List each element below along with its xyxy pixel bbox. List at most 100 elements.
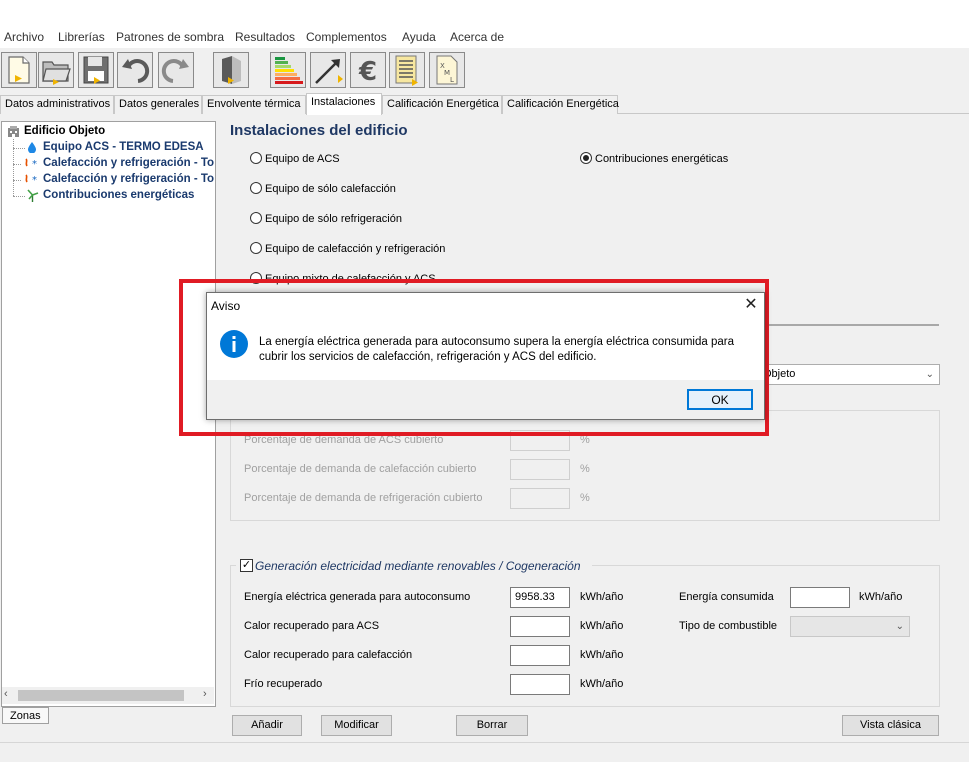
frio-recuperado-label: Frío recuperado [244, 678, 323, 690]
open-button[interactable] [38, 52, 74, 88]
zone-selector[interactable]: Objeto ⌄ [758, 364, 940, 385]
heating-demand-input[interactable] [510, 459, 570, 480]
dialog-title: Aviso [211, 299, 241, 313]
ok-button[interactable]: OK [687, 389, 753, 410]
svg-text:€: € [358, 57, 377, 87]
radio-circle[interactable] [250, 242, 262, 254]
radio-calefaccion-refrigeracion[interactable]: Equipo de calefacción y refrigeración [250, 242, 445, 258]
tab-datos-administrativos[interactable]: Datos administrativos [0, 95, 114, 114]
delete-button[interactable]: Borrar [456, 715, 528, 736]
tipo-combustible-select[interactable]: ⌄ [790, 616, 910, 637]
classic-view-button[interactable]: Vista clásica [842, 715, 939, 736]
menu-resultados[interactable]: Resultados [235, 30, 295, 44]
svg-text:*: * [32, 175, 37, 185]
percent-unit: % [580, 492, 590, 504]
menu-ayuda[interactable]: Ayuda [402, 30, 436, 44]
radio-circle-selected[interactable] [580, 152, 592, 164]
tree-root-edificio[interactable]: Edificio Objeto [24, 125, 105, 141]
renewables-checkbox[interactable]: ✓ [240, 559, 253, 572]
undo-button[interactable] [117, 52, 153, 88]
document-button[interactable] [389, 52, 425, 88]
radio-contribuciones[interactable]: Contribuciones energéticas [580, 152, 728, 168]
wind-turbine-icon [26, 189, 39, 202]
energia-consumida-input[interactable] [790, 587, 850, 608]
energia-generada-input[interactable]: 9958.33 [510, 587, 570, 608]
water-drop-icon [27, 141, 37, 154]
tab-envolvente-termica[interactable]: Envolvente térmica [202, 95, 306, 114]
xml-export-button[interactable]: X M L [429, 52, 465, 88]
calor-acs-label: Calor recuperado para ACS [244, 620, 380, 632]
calor-calefaccion-label: Calor recuperado para calefacción [244, 649, 413, 661]
radio-solo-refrigeracion[interactable]: Equipo de sólo refrigeración [250, 212, 402, 228]
menu-archivo[interactable]: Archivo [4, 30, 44, 44]
tab-calificacion-energetica-2[interactable]: Calificación Energética [502, 95, 619, 114]
building-tree-icon [7, 125, 20, 138]
scroll-left-icon[interactable]: ‹ [4, 688, 8, 700]
arrow-chart-button[interactable] [310, 52, 346, 88]
tree-item-calefaccion-2[interactable]: Calefacción y refrigeración - To [43, 173, 215, 189]
building-button[interactable] [213, 52, 249, 88]
scrollbar-thumb[interactable] [18, 690, 184, 701]
percent-unit: % [580, 463, 590, 475]
heat-cool-icon: * [22, 157, 40, 170]
redo-icon [161, 59, 189, 83]
new-button[interactable] [1, 52, 37, 88]
page-title: Instalaciones del edificio [230, 122, 408, 139]
xml-icon: X M L [436, 55, 458, 85]
menu-patrones-sombra[interactable]: Patrones de sombra [116, 30, 224, 44]
energy-rating-button[interactable] [270, 52, 306, 88]
radio-circle[interactable] [250, 152, 262, 164]
tree-item-equipo-acs[interactable]: Equipo ACS - TERMO EDESA [43, 141, 215, 157]
save-button[interactable] [78, 52, 114, 88]
info-icon [219, 329, 249, 359]
cooling-demand-input[interactable] [510, 488, 570, 509]
kwh-unit: kWh/año [859, 591, 903, 603]
svg-text:L: L [450, 76, 454, 84]
chevron-down-icon: ⌄ [895, 621, 904, 632]
radio-circle[interactable] [250, 212, 262, 224]
menu-librerias[interactable]: Librerías [58, 30, 105, 44]
heat-cool-icon: * [22, 173, 40, 186]
modify-button[interactable]: Modificar [321, 715, 392, 736]
tab-zonas[interactable]: Zonas [2, 707, 49, 724]
kwh-unit: kWh/año [580, 620, 624, 632]
close-icon[interactable]: ✕ [739, 294, 763, 316]
kwh-unit: kWh/año [580, 591, 624, 603]
tree-item-contribuciones[interactable]: Contribuciones energéticas [43, 189, 215, 205]
tab-datos-generales[interactable]: Datos generales [114, 95, 202, 114]
chevron-down-icon: ⌄ [925, 369, 934, 380]
energia-generada-label: Energía eléctrica generada para autocons… [244, 591, 471, 603]
energy-rating-icon [275, 57, 303, 84]
building-icon [222, 56, 241, 84]
dialog-message-line-2: cubrir los servicios de calefacción, ref… [259, 351, 597, 363]
radio-equipo-acs[interactable]: Equipo de ACS [250, 152, 340, 168]
scroll-right-icon[interactable]: › [203, 688, 207, 700]
add-button[interactable]: Añadir [232, 715, 302, 736]
tab-calificacion-energetica-1[interactable]: Calificación Energética [382, 95, 502, 114]
alert-dialog: Aviso ✕ La energía eléctrica generada pa… [206, 292, 765, 420]
menu-complementos[interactable]: Complementos [306, 30, 387, 44]
cost-button[interactable]: € [350, 52, 386, 88]
tree-item-calefaccion-1[interactable]: Calefacción y refrigeración - To [43, 157, 215, 173]
new-file-icon [8, 56, 30, 84]
radio-label: Equipo de sólo calefacción [265, 183, 396, 195]
radio-label: Equipo de sólo refrigeración [265, 213, 402, 225]
tree-connector [13, 196, 25, 197]
calor-calefaccion-input[interactable] [510, 645, 570, 666]
kwh-unit: kWh/año [580, 649, 624, 661]
radio-solo-calefaccion[interactable]: Equipo de sólo calefacción [250, 182, 396, 198]
radio-label: Equipo de calefacción y refrigeración [265, 243, 446, 255]
dialog-footer [207, 380, 764, 419]
arrow-chart-icon [315, 59, 343, 84]
radio-circle[interactable] [250, 182, 262, 194]
redo-button[interactable] [158, 52, 194, 88]
heating-demand-label: Porcentaje de demanda de calefacción cub… [244, 463, 477, 475]
frio-recuperado-input[interactable] [510, 674, 570, 695]
calor-acs-input[interactable] [510, 616, 570, 637]
euro-icon: € [358, 57, 377, 87]
menu-acerca-de[interactable]: Acerca de [450, 30, 504, 44]
svg-text:*: * [32, 159, 37, 169]
energia-consumida-label: Energía consumida [679, 591, 774, 603]
tab-instalaciones[interactable]: Instalaciones [306, 93, 382, 115]
tree-connector [13, 164, 21, 165]
